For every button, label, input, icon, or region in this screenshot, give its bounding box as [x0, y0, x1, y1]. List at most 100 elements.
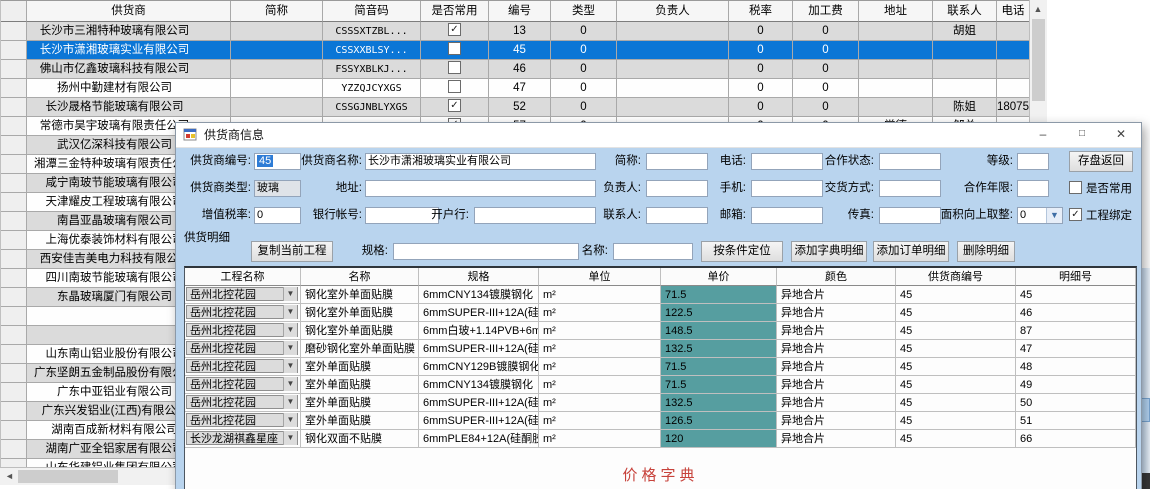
cell-pinyin[interactable]: CSSXXBLSY... [323, 41, 421, 60]
column-header[interactable]: 单价 [661, 268, 777, 286]
cell-manager[interactable] [617, 22, 729, 41]
cell-contact[interactable] [933, 41, 997, 60]
cell[interactable]: 120 [661, 430, 777, 448]
common-use-checkbox[interactable] [448, 23, 461, 36]
project-combobox[interactable]: 长沙龙湖祺鑫星座▼ [185, 430, 301, 448]
cell-fee[interactable]: 0 [793, 98, 859, 117]
project-combobox[interactable]: 岳州北控花园▼ [185, 322, 301, 340]
cell[interactable]: 6mmSUPER-III+12A(硅... [419, 340, 539, 358]
cell[interactable]: 71.5 [661, 286, 777, 304]
address-field[interactable] [365, 180, 596, 197]
cell-id[interactable]: 52 [489, 98, 551, 117]
cell-manager[interactable] [617, 60, 729, 79]
maximize-button[interactable]: □ [1063, 123, 1101, 146]
supply-detail-grid[interactable]: 工程名称名称规格单位单价颜色供货商编号明细号岳州北控花园▼钢化室外单面贴膜6mm… [184, 266, 1137, 489]
bank-field[interactable] [474, 207, 596, 224]
delete-detail-button[interactable]: 删除明细 [957, 241, 1015, 262]
cell-id[interactable]: 46 [489, 60, 551, 79]
cell[interactable]: 45 [1016, 286, 1136, 304]
row-header-cell[interactable] [1, 231, 27, 250]
scrollbar-thumb[interactable] [1032, 19, 1045, 101]
close-button[interactable]: ✕ [1102, 123, 1140, 146]
row-header-cell[interactable] [1, 364, 27, 383]
project-combobox[interactable]: 岳州北控花园▼ [185, 394, 301, 412]
cell[interactable]: m² [539, 304, 661, 322]
column-header[interactable]: 单位 [539, 268, 661, 286]
cell[interactable]: 异地合片 [777, 394, 896, 412]
column-header[interactable]: 简音码 [323, 1, 421, 22]
row-header-cell[interactable] [1, 345, 27, 364]
common-use-checkbox[interactable]: 是否常用 [1069, 181, 1132, 197]
project-combobox[interactable]: 岳州北控花园▼ [185, 412, 301, 430]
cell[interactable]: 45 [896, 304, 1016, 322]
column-header[interactable]: 类型 [551, 1, 617, 22]
chevron-down-icon[interactable]: ▼ [283, 413, 297, 427]
project-combobox-value[interactable]: 岳州北控花园 [186, 287, 298, 301]
dialog-titlebar[interactable]: 供货商信息 – □ ✕ [176, 123, 1141, 148]
cell[interactable]: 45 [896, 340, 1016, 358]
project-bind-checkbox[interactable]: 工程绑定 [1069, 208, 1132, 224]
project-combobox[interactable]: 岳州北控花园▼ [185, 286, 301, 304]
checkbox-icon[interactable] [1069, 181, 1082, 194]
cell-common[interactable] [421, 60, 489, 79]
cell[interactable]: m² [539, 340, 661, 358]
cell[interactable]: 异地合片 [777, 340, 896, 358]
detail-row[interactable]: 岳州北控花园▼磨砂钢化室外单面贴膜6mmSUPER-III+12A(硅...m²… [185, 340, 1136, 358]
row-header-cell[interactable] [1, 136, 27, 155]
area-round-up-combobox[interactable]: 0▼ [1017, 207, 1063, 224]
cell[interactable]: 6mmCNY129B镀膜钢化 [419, 358, 539, 376]
cell[interactable]: 148.5 [661, 322, 777, 340]
cell[interactable]: 45 [896, 412, 1016, 430]
cell[interactable]: 钢化双面不贴膜 [301, 430, 419, 448]
project-combobox-value[interactable]: 岳州北控花园 [186, 305, 298, 319]
cell[interactable]: 71.5 [661, 358, 777, 376]
cell[interactable]: 6mm白玻+1.14PVB+6mm... [419, 322, 539, 340]
row-header-cell[interactable] [1, 326, 27, 345]
project-combobox-value[interactable]: 岳州北控花园 [186, 395, 298, 409]
project-combobox[interactable]: 岳州北控花园▼ [185, 358, 301, 376]
contact-field[interactable] [646, 207, 708, 224]
cell[interactable]: m² [539, 412, 661, 430]
cell[interactable]: 钢化室外单面贴膜 [301, 322, 419, 340]
cell[interactable]: 异地合片 [777, 322, 896, 340]
column-header[interactable]: 负责人 [617, 1, 729, 22]
cell-pinyin[interactable]: CSSSXTZBL... [323, 22, 421, 41]
cell-phone[interactable] [997, 60, 1030, 79]
project-combobox-value[interactable]: 岳州北控花园 [186, 377, 298, 391]
cell[interactable]: 异地合片 [777, 430, 896, 448]
name-search-input[interactable] [613, 243, 693, 260]
cell[interactable]: 异地合片 [777, 358, 896, 376]
cell-short_name[interactable] [231, 22, 323, 41]
cell-contact[interactable] [933, 60, 997, 79]
cell-fee[interactable]: 0 [793, 22, 859, 41]
detail-row[interactable]: 岳州北控花园▼室外单面贴膜6mmSUPER-III+12A(硅...m²126.… [185, 412, 1136, 430]
table-row[interactable]: 长沙晟格节能玻璃有限公司CSSGJNBLYXGS52000陈姐180751 [1, 98, 1047, 117]
copy-current-project-button[interactable]: 复制当前工程 [251, 241, 333, 262]
cell[interactable]: 6mmSUPER-III+12A(硅... [419, 304, 539, 322]
column-header[interactable]: 简称 [231, 1, 323, 22]
cell-tax[interactable]: 0 [729, 60, 793, 79]
detail-row[interactable]: 长沙龙湖祺鑫星座▼钢化双面不贴膜6mmPLE84+12A(硅酮胶...m²120… [185, 430, 1136, 448]
project-combobox-value[interactable]: 岳州北控花园 [186, 341, 298, 355]
cell[interactable]: 异地合片 [777, 286, 896, 304]
cell[interactable]: 6mmCNY134镀膜钢化 [419, 286, 539, 304]
row-header-cell[interactable] [1, 155, 27, 174]
cell[interactable]: 45 [896, 394, 1016, 412]
project-combobox-value[interactable]: 岳州北控花园 [186, 323, 298, 337]
save-return-button[interactable]: 存盘返回 [1069, 151, 1133, 172]
cell-supplier[interactable]: 佛山市亿鑫玻璃科技有限公司 [27, 60, 231, 79]
cell-phone[interactable] [997, 22, 1030, 41]
row-header-cell[interactable] [1, 79, 27, 98]
chevron-down-icon[interactable]: ▼ [283, 377, 297, 391]
cell[interactable]: 45 [896, 286, 1016, 304]
cell-contact[interactable]: 胡姐 [933, 22, 997, 41]
row-header-cell[interactable] [1, 98, 27, 117]
cell-supplier[interactable]: 长沙晟格节能玻璃有限公司 [27, 98, 231, 117]
cell-contact[interactable] [933, 79, 997, 98]
column-header[interactable]: 加工费 [793, 1, 859, 22]
row-header-cell[interactable] [1, 41, 27, 60]
grade-field[interactable] [1017, 153, 1049, 170]
cell[interactable]: 45 [896, 376, 1016, 394]
cell[interactable]: 71.5 [661, 376, 777, 394]
cell[interactable]: 46 [1016, 304, 1136, 322]
